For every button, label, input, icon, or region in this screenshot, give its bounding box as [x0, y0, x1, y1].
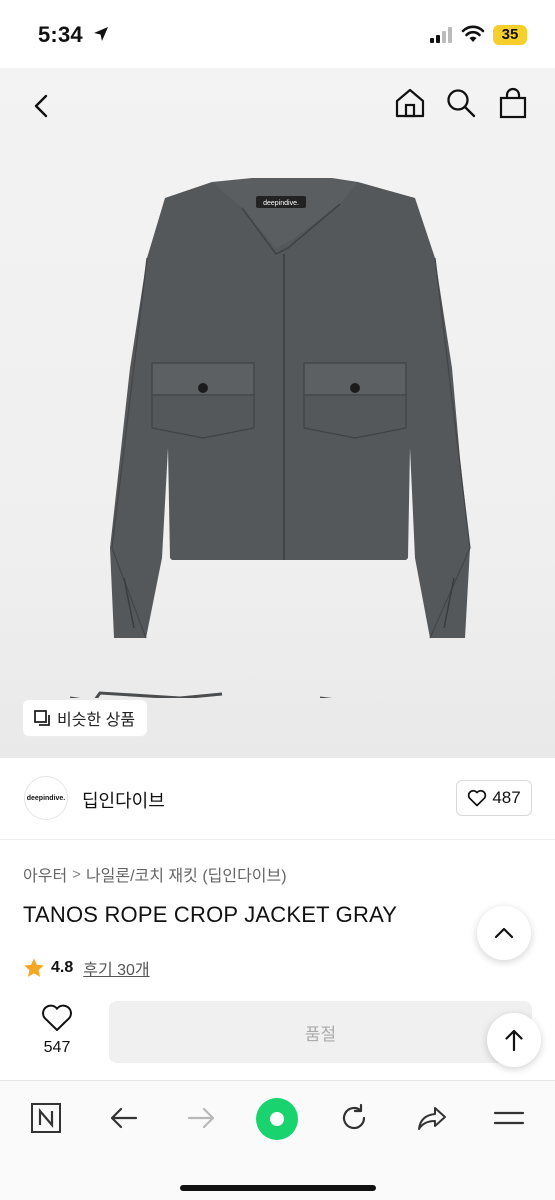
heart-icon	[468, 789, 487, 807]
wishlist-count: 547	[43, 1039, 71, 1056]
shopping-bag-icon[interactable]	[496, 86, 530, 120]
rating-row: 4.8 후기 30개	[23, 956, 150, 980]
brand-row: deepindive. 딥인다이브 487	[0, 758, 555, 840]
battery-indicator: 35	[493, 25, 527, 45]
chevron-left-icon[interactable]	[28, 90, 56, 122]
status-bar: 5:34 35	[0, 0, 555, 68]
breadcrumb-item[interactable]: 나일론/코치 재킷 (딥인다이브)	[86, 862, 287, 886]
browser-toolbar	[0, 1080, 555, 1200]
similar-products-button[interactable]: 비슷한 상품	[23, 700, 148, 736]
naver-home-button[interactable]	[26, 1098, 66, 1138]
brand-like-count: 487	[492, 788, 521, 807]
naver-n-icon	[31, 1103, 61, 1133]
arrow-up-icon	[505, 1029, 523, 1052]
review-count-link[interactable]: 후기 30개	[83, 956, 149, 980]
share-button[interactable]	[412, 1098, 452, 1138]
green-dot-icon	[256, 1098, 298, 1140]
scroll-to-top-button[interactable]	[487, 1013, 541, 1067]
sold-out-button: 품절	[109, 1001, 532, 1063]
arrow-left-icon	[110, 1107, 138, 1129]
status-time: 5:34	[38, 22, 83, 47]
brand-logo[interactable]: deepindive.	[24, 776, 68, 820]
back-button[interactable]	[104, 1098, 144, 1138]
arrow-right-icon	[187, 1107, 215, 1129]
refresh-button[interactable]	[334, 1098, 374, 1138]
home-icon[interactable]	[393, 86, 427, 120]
product-title: TANOS ROPE CROP JACKET GRAY	[23, 902, 398, 927]
heart-icon	[42, 1004, 72, 1031]
refresh-icon	[342, 1103, 366, 1130]
star-icon	[24, 958, 44, 977]
product-image[interactable]: deepindive.	[40, 168, 520, 698]
share-icon	[418, 1107, 446, 1130]
chevron-up-icon	[494, 927, 514, 939]
product-image-area: deepindive. 비슷한 상품	[0, 68, 555, 758]
jacket-label: deepindive.	[263, 200, 299, 207]
cellular-signal-icon	[430, 27, 452, 43]
rating-value: 4.8	[51, 959, 74, 976]
breadcrumb-item[interactable]: 아우터	[23, 862, 67, 886]
search-icon[interactable]	[444, 86, 478, 120]
green-dot-button[interactable]	[255, 1097, 299, 1141]
forward-button[interactable]	[181, 1098, 221, 1138]
breadcrumb-separator: >	[72, 865, 81, 883]
menu-icon	[493, 1111, 525, 1125]
collapse-button[interactable]	[477, 906, 531, 960]
location-arrow-icon	[94, 27, 108, 41]
home-indicator	[180, 1185, 376, 1191]
similar-items-icon	[34, 710, 50, 726]
wifi-icon	[461, 25, 485, 42]
brand-name[interactable]: 딥인다이브	[82, 787, 165, 813]
similar-products-label: 비슷한 상품	[57, 712, 136, 729]
wishlist-button[interactable]: 547	[24, 1003, 90, 1063]
menu-button[interactable]	[489, 1098, 529, 1138]
breadcrumb: 아우터 > 나일론/코치 재킷 (딥인다이브)	[23, 862, 287, 886]
brand-like-button[interactable]: 487	[456, 780, 532, 816]
